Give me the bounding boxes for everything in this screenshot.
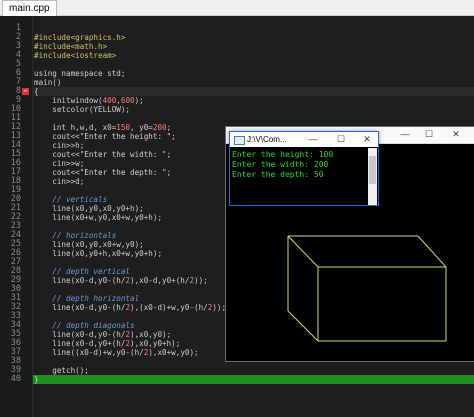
code-line: line(x0+w,y0,x0+w,y0+h); xyxy=(34,213,163,222)
code-line: cin>>h; xyxy=(34,141,85,150)
minimize-icon[interactable]: — xyxy=(304,132,322,147)
code-line: line(x0,y0+h,x0+w,y0+h); xyxy=(34,249,163,258)
code-line: // depth horizontal xyxy=(34,294,140,303)
code-line: using namespace std; xyxy=(34,69,126,78)
fold-marker-icon[interactable]: − xyxy=(22,88,29,95)
line-number-gutter: 1 2 3 4 5 6 7 8 9 10 11 12 13 14 15 16 17 18 19 20 21 22 23 24 2… xyxy=(0,16,33,417)
console-output-line: Enter the width: 200 xyxy=(232,160,329,169)
console-scrollbar[interactable] xyxy=(368,148,377,205)
code-line: line(x0,y0,x0+w,y0); xyxy=(34,240,144,249)
console-app-icon xyxy=(234,136,245,145)
code-line: cout<<"Enter the width: "; xyxy=(34,150,172,159)
console-window[interactable]: J:\V\Com... — ☐ ✕ Enter the height: 100 … xyxy=(229,131,379,206)
code-line: // depth vertical xyxy=(34,267,131,276)
code-line: main() xyxy=(34,78,62,87)
code-line: line((x0-d)+w,y0-(h/2),x0+w,y0); xyxy=(34,348,199,357)
maximize-icon[interactable]: ☐ xyxy=(332,132,350,147)
close-icon[interactable]: ✕ xyxy=(358,132,376,147)
code-line: line(x0-d,y0+(h/2),x0,y0+h); xyxy=(34,339,181,348)
console-title: J:\V\Com... xyxy=(247,135,287,144)
line-number: 40 xyxy=(10,374,21,384)
console-output-line: Enter the height: 100 xyxy=(232,150,334,159)
code-line: line(x0,y0,x0,y0+h); xyxy=(34,204,144,213)
code-line: #include<graphics.h> xyxy=(34,33,126,42)
code-line: // verticals xyxy=(34,195,108,204)
code-line: cin>>d; xyxy=(34,177,85,186)
code-line: initwindow(400,600); xyxy=(34,96,144,105)
code-line: line(x0-d,y0-(h/2),x0-d,y0+(h/2)); xyxy=(34,276,208,285)
code-line: getch(); xyxy=(34,366,89,375)
cuboid-edge xyxy=(287,310,319,342)
code-line: } xyxy=(34,375,39,384)
cuboid-edge xyxy=(287,235,319,268)
code-line: line(x0-d,y0-(h/2),x0,y0); xyxy=(34,330,172,339)
code-line: // depth diagonals xyxy=(34,321,135,330)
code-line: #include<iostream> xyxy=(34,51,117,60)
code-line: int h,w,d, x0=150, y0=200; xyxy=(34,123,172,132)
cuboid-edge xyxy=(417,235,447,268)
console-output-line: Enter the depth: 50 xyxy=(232,170,324,179)
console-titlebar[interactable]: J:\V\Com... — ☐ ✕ xyxy=(230,132,378,147)
code-line: { xyxy=(34,87,39,96)
tab-bar: main.cpp xyxy=(0,0,474,16)
code-line: cout<<"Enter the depth: "; xyxy=(34,168,172,177)
code-line: setcolor(YELLOW); xyxy=(34,105,131,114)
code-line: // horizontals xyxy=(34,231,117,240)
code-line: cin>>w; xyxy=(34,159,85,168)
tab-main-cpp[interactable]: main.cpp xyxy=(2,0,57,16)
code-line: cout<<"Enter the height: "; xyxy=(34,132,176,141)
code-line: line(x0-d,y0-(h/2),(x0-d)+w,y0-(h/2)); xyxy=(34,303,227,312)
code-line: #include<math.h> xyxy=(34,42,108,51)
scrollbar-thumb[interactable] xyxy=(369,156,376,184)
